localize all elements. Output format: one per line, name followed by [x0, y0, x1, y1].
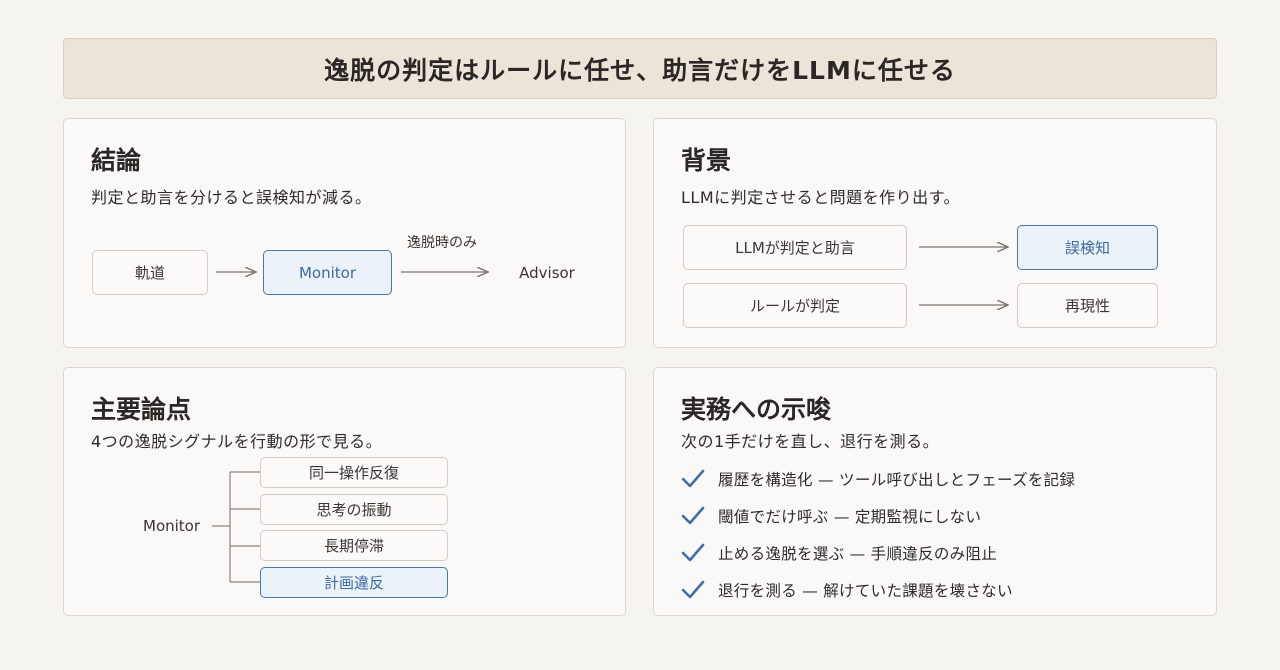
implications-subtitle: 次の1手だけを直し、退行を測る。	[681, 432, 940, 451]
checkmark-icon	[681, 506, 705, 525]
key-points-card: 主要論点 4つの逸脱シグナルを行動の形で見る。 Monitor 同一操作反復 思…	[63, 367, 626, 616]
signal-thought-oscillation: 思考の振動	[260, 494, 448, 525]
conclusion-arrows	[216, 119, 627, 349]
node-trajectory: 軌道	[92, 250, 208, 295]
conclusion-card: 結論 判定と助言を分けると誤検知が減る。 軌道 Monitor Advisor …	[63, 118, 626, 348]
node-advisor: Advisor	[519, 263, 575, 282]
implication-item: 閾値でだけ呼ぶ — 定期監視にしない	[680, 504, 981, 528]
edge-label-deviation-only: 逸脱時のみ	[407, 235, 477, 251]
implication-text: 履歴を構造化 — ツール呼び出しとフェーズを記録	[718, 471, 1076, 489]
implication-text: 退行を測る — 解けていた課題を壊さない	[718, 582, 1013, 600]
signal-plan-violation: 計画違反	[260, 567, 448, 598]
node-llm-judge-advise: LLMが判定と助言	[683, 225, 907, 270]
implication-text: 止める逸脱を選ぶ — 手順違反のみ阻止	[718, 545, 998, 563]
title-banner: 逸脱の判定はルールに任せ、助言だけをLLMに任せる	[63, 38, 1217, 99]
checkmark-icon	[681, 543, 705, 562]
page-title: 逸脱の判定はルールに任せ、助言だけをLLMに任せる	[324, 55, 956, 85]
implication-item: 履歴を構造化 — ツール呼び出しとフェーズを記録	[680, 467, 1075, 491]
node-reproducibility: 再現性	[1017, 283, 1158, 328]
implication-item: 退行を測る — 解けていた課題を壊さない	[680, 578, 1013, 602]
implications-card: 実務への示唆 次の1手だけを直し、退行を測る。 履歴を構造化 — ツール呼び出し…	[653, 367, 1217, 616]
checkmark-icon	[681, 469, 705, 488]
background-card: 背景 LLMに判定させると問題を作り出す。 LLMが判定と助言 誤検知 ルールが…	[653, 118, 1217, 348]
implications-title: 実務への示唆	[681, 395, 832, 424]
node-rule-judge: ルールが判定	[683, 283, 907, 328]
signal-repeated-action: 同一操作反復	[260, 457, 448, 488]
node-false-positive: 誤検知	[1017, 225, 1158, 270]
implication-item: 止める逸脱を選ぶ — 手順違反のみ阻止	[680, 541, 997, 565]
checkmark-icon	[681, 580, 705, 599]
signal-long-stagnation: 長期停滞	[260, 530, 448, 561]
node-monitor: Monitor	[263, 250, 392, 295]
implication-text: 閾値でだけ呼ぶ — 定期監視にしない	[718, 508, 982, 526]
tree-root-monitor: Monitor	[143, 517, 201, 535]
